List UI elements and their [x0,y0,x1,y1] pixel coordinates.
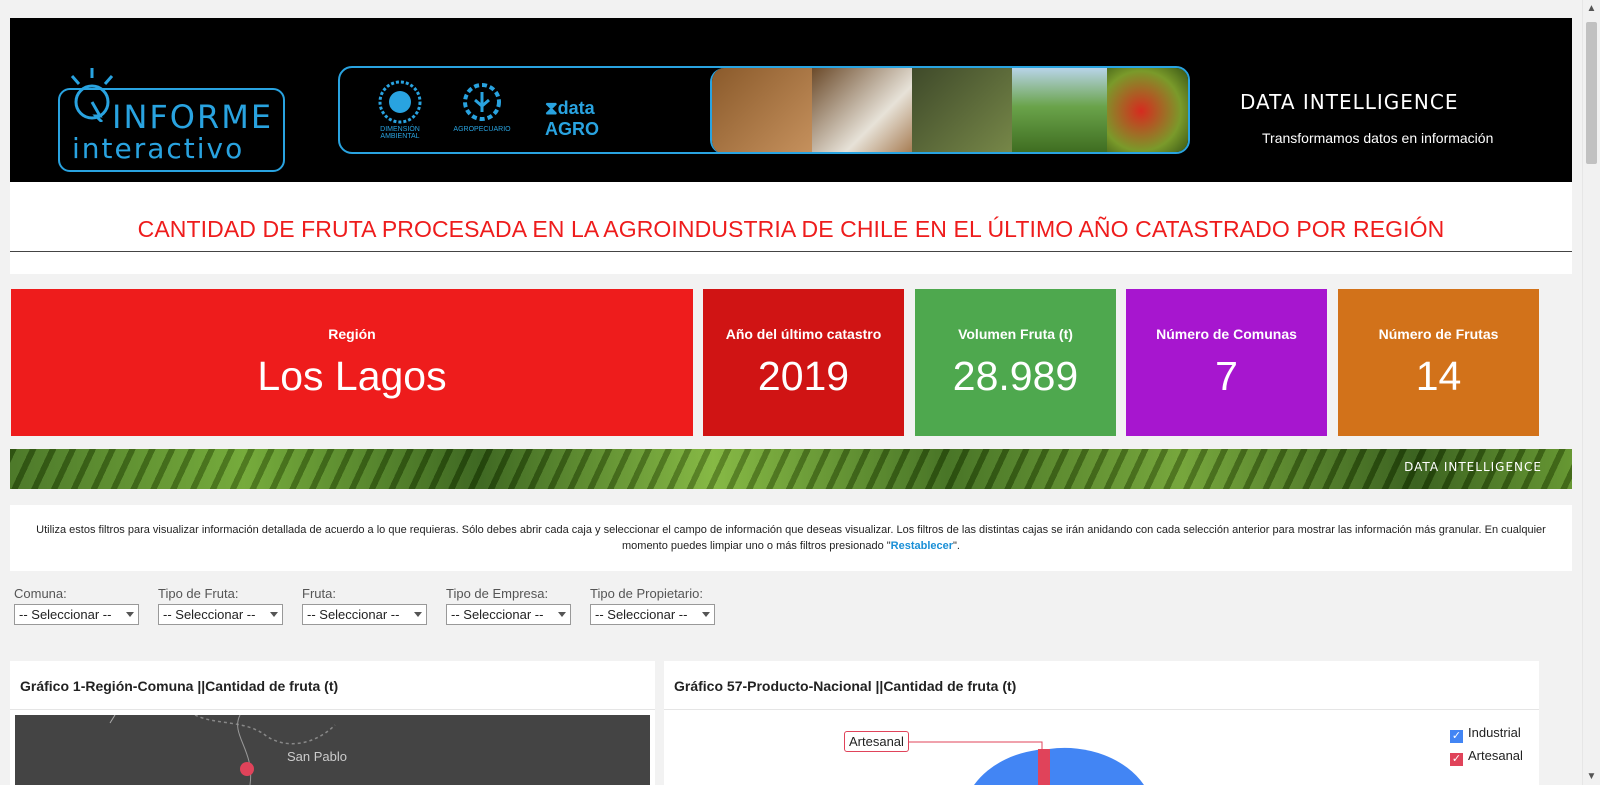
partner-dimension-ambiental: DIMENSIÓN AMBIENTAL [370,80,430,140]
partner-agropecuario: AGROPECUARIO [452,80,512,133]
tipo-empresa-select[interactable]: -- Seleccionar -- [446,604,571,625]
map-marker-icon[interactable] [240,762,254,776]
chevron-down-icon [414,612,422,617]
card-title: Gráfico 57-Producto-Nacional ||Cantidad … [674,678,1017,694]
title-divider [10,251,1572,252]
legend-item-artesanal[interactable]: ✓ Artesanal [1450,748,1523,766]
filter-label: Tipo de Empresa: [446,586,549,601]
photo-cattle [812,68,922,152]
pie-card: Gráfico 57-Producto-Nacional ||Cantidad … [664,661,1539,785]
sun-seal-icon [378,80,422,124]
partners-panel: DIMENSIÓN AMBIENTAL AGROPECUARIO ⧗data A… [338,66,1190,154]
title-panel: CANTIDAD DE FRUTA PROCESADA EN LA AGROIN… [10,182,1572,274]
partner-label: DIMENSIÓN AMBIENTAL [380,126,420,140]
select-value: -- Seleccionar -- [451,607,544,622]
fruta-select[interactable]: -- Seleccionar -- [302,604,427,625]
page-title: CANTIDAD DE FRUTA PROCESADA EN LA AGROIN… [137,216,1445,242]
kpi-label: Número de Frutas [1378,326,1499,342]
legend-label: Industrial [1468,725,1521,740]
checkbox-icon: ✓ [1450,753,1463,766]
select-value: -- Seleccionar -- [595,607,688,622]
legend-label: Artesanal [1468,748,1523,763]
top-strip [0,0,1583,18]
leaf-banner: DATA INTELLIGENCE [10,449,1572,489]
partner-data-agro: ⧗data AGRO [545,98,635,140]
chevron-down-icon [270,612,278,617]
filter-fruta: Fruta: -- Seleccionar -- [302,586,427,625]
kpi-value: 14 [1415,353,1462,399]
checkbox-icon: ✓ [1450,730,1463,743]
scroll-thumb[interactable] [1586,22,1597,164]
kpi-label: Volumen Fruta (t) [958,326,1073,342]
card-header: Gráfico 57-Producto-Nacional ||Cantidad … [664,661,1539,710]
pie-callout-label: Artesanal [844,731,909,752]
kpi-value: 7 [1215,353,1238,399]
map-card: Gráfico 1-Región-Comuna ||Cantidad de fr… [10,661,655,785]
leaf-texture [10,449,1572,489]
header-banner: INFORME interactivo DIMENSIÓN AMBIENTAL … [10,18,1572,182]
page-scrollbar[interactable]: ▲ ▼ [1582,0,1600,785]
chevron-down-icon [702,612,710,617]
kpi-comunas: Número de Comunas 7 [1126,289,1327,436]
scroll-up-icon[interactable]: ▲ [1583,0,1600,17]
filter-label: Comuna: [14,586,67,601]
pie-chart[interactable] [664,709,1539,785]
filter-instructions: Utiliza estos filtros para visualizar in… [10,505,1572,571]
informe-interactivo-logo: INFORME interactivo [50,66,285,174]
tipo-fruta-select[interactable]: -- Seleccionar -- [158,604,283,625]
reset-link[interactable]: Restablecer [891,540,953,552]
legend-item-industrial[interactable]: ✓ Industrial [1450,725,1521,743]
filter-tipo-empresa: Tipo de Empresa: -- Seleccionar -- [446,586,571,625]
kpi-frutas: Número de Frutas 14 [1338,289,1539,436]
filter-comuna: Comuna: -- Seleccionar -- [14,586,139,625]
kpi-value: 28.989 [952,353,1079,399]
region-map[interactable]: San Pablo [15,715,650,785]
chevron-down-icon [126,612,134,617]
kpi-region: Región Los Lagos [11,289,693,436]
logo-line1: INFORME [112,98,274,136]
instructions-text: Utiliza estos filtros para visualizar in… [36,524,1546,552]
kpi-value: Los Lagos [257,353,447,399]
scroll-down-icon[interactable]: ▼ [1583,768,1600,785]
card-title: Gráfico 1-Región-Comuna ||Cantidad de fr… [20,678,339,694]
tipo-propietario-select[interactable]: -- Seleccionar -- [590,604,715,625]
card-header: Gráfico 1-Región-Comuna ||Cantidad de fr… [10,661,655,710]
agro-photo-strip [710,68,1188,152]
partner-label: AGROPECUARIO [453,126,511,133]
pie-slice-industrial[interactable] [1049,747,1144,785]
hourglass-icon: ⧗ [545,98,558,118]
comuna-select[interactable]: -- Seleccionar -- [14,604,139,625]
filter-label: Tipo de Fruta: [158,586,239,601]
kpi-label: Región [328,326,376,342]
data-intelligence-logo: DATA INTELLIGENCE [1240,90,1459,114]
pie-slice-industrial[interactable] [974,749,1049,785]
kpi-label: Número de Comunas [1156,326,1297,342]
gear-plant-icon [463,83,501,121]
filter-label: Fruta: [302,586,336,601]
filter-label: Tipo de Propietario: [590,586,703,601]
kpi-year: Año del último catastro 2019 [703,289,904,436]
filter-tipo-fruta: Tipo de Fruta: -- Seleccionar -- [158,586,283,625]
strip-brand: DATA INTELLIGENCE [1404,460,1542,474]
select-value: -- Seleccionar -- [19,607,112,622]
instructions-tail: ". [953,540,960,552]
map-place-label: San Pablo [287,749,347,764]
chevron-down-icon [558,612,566,617]
photo-farmer [912,68,1022,152]
kpi-volume: Volumen Fruta (t) 28.989 [915,289,1116,436]
callout-line [904,741,1043,751]
kpi-value: 2019 [757,353,850,399]
photo-tools [712,68,822,152]
pie-slice-artesanal[interactable] [1038,749,1050,785]
filter-tipo-propietario: Tipo de Propietario: -- Seleccionar -- [590,586,715,625]
data-intelligence-tagline: Transformamos datos en información [1262,130,1494,146]
select-value: -- Seleccionar -- [307,607,400,622]
photo-vegetables [1107,68,1188,152]
kpi-label: Año del último catastro [725,326,882,342]
photo-field [1012,68,1112,152]
logo-line2: interactivo [72,132,245,165]
select-value: -- Seleccionar -- [163,607,256,622]
